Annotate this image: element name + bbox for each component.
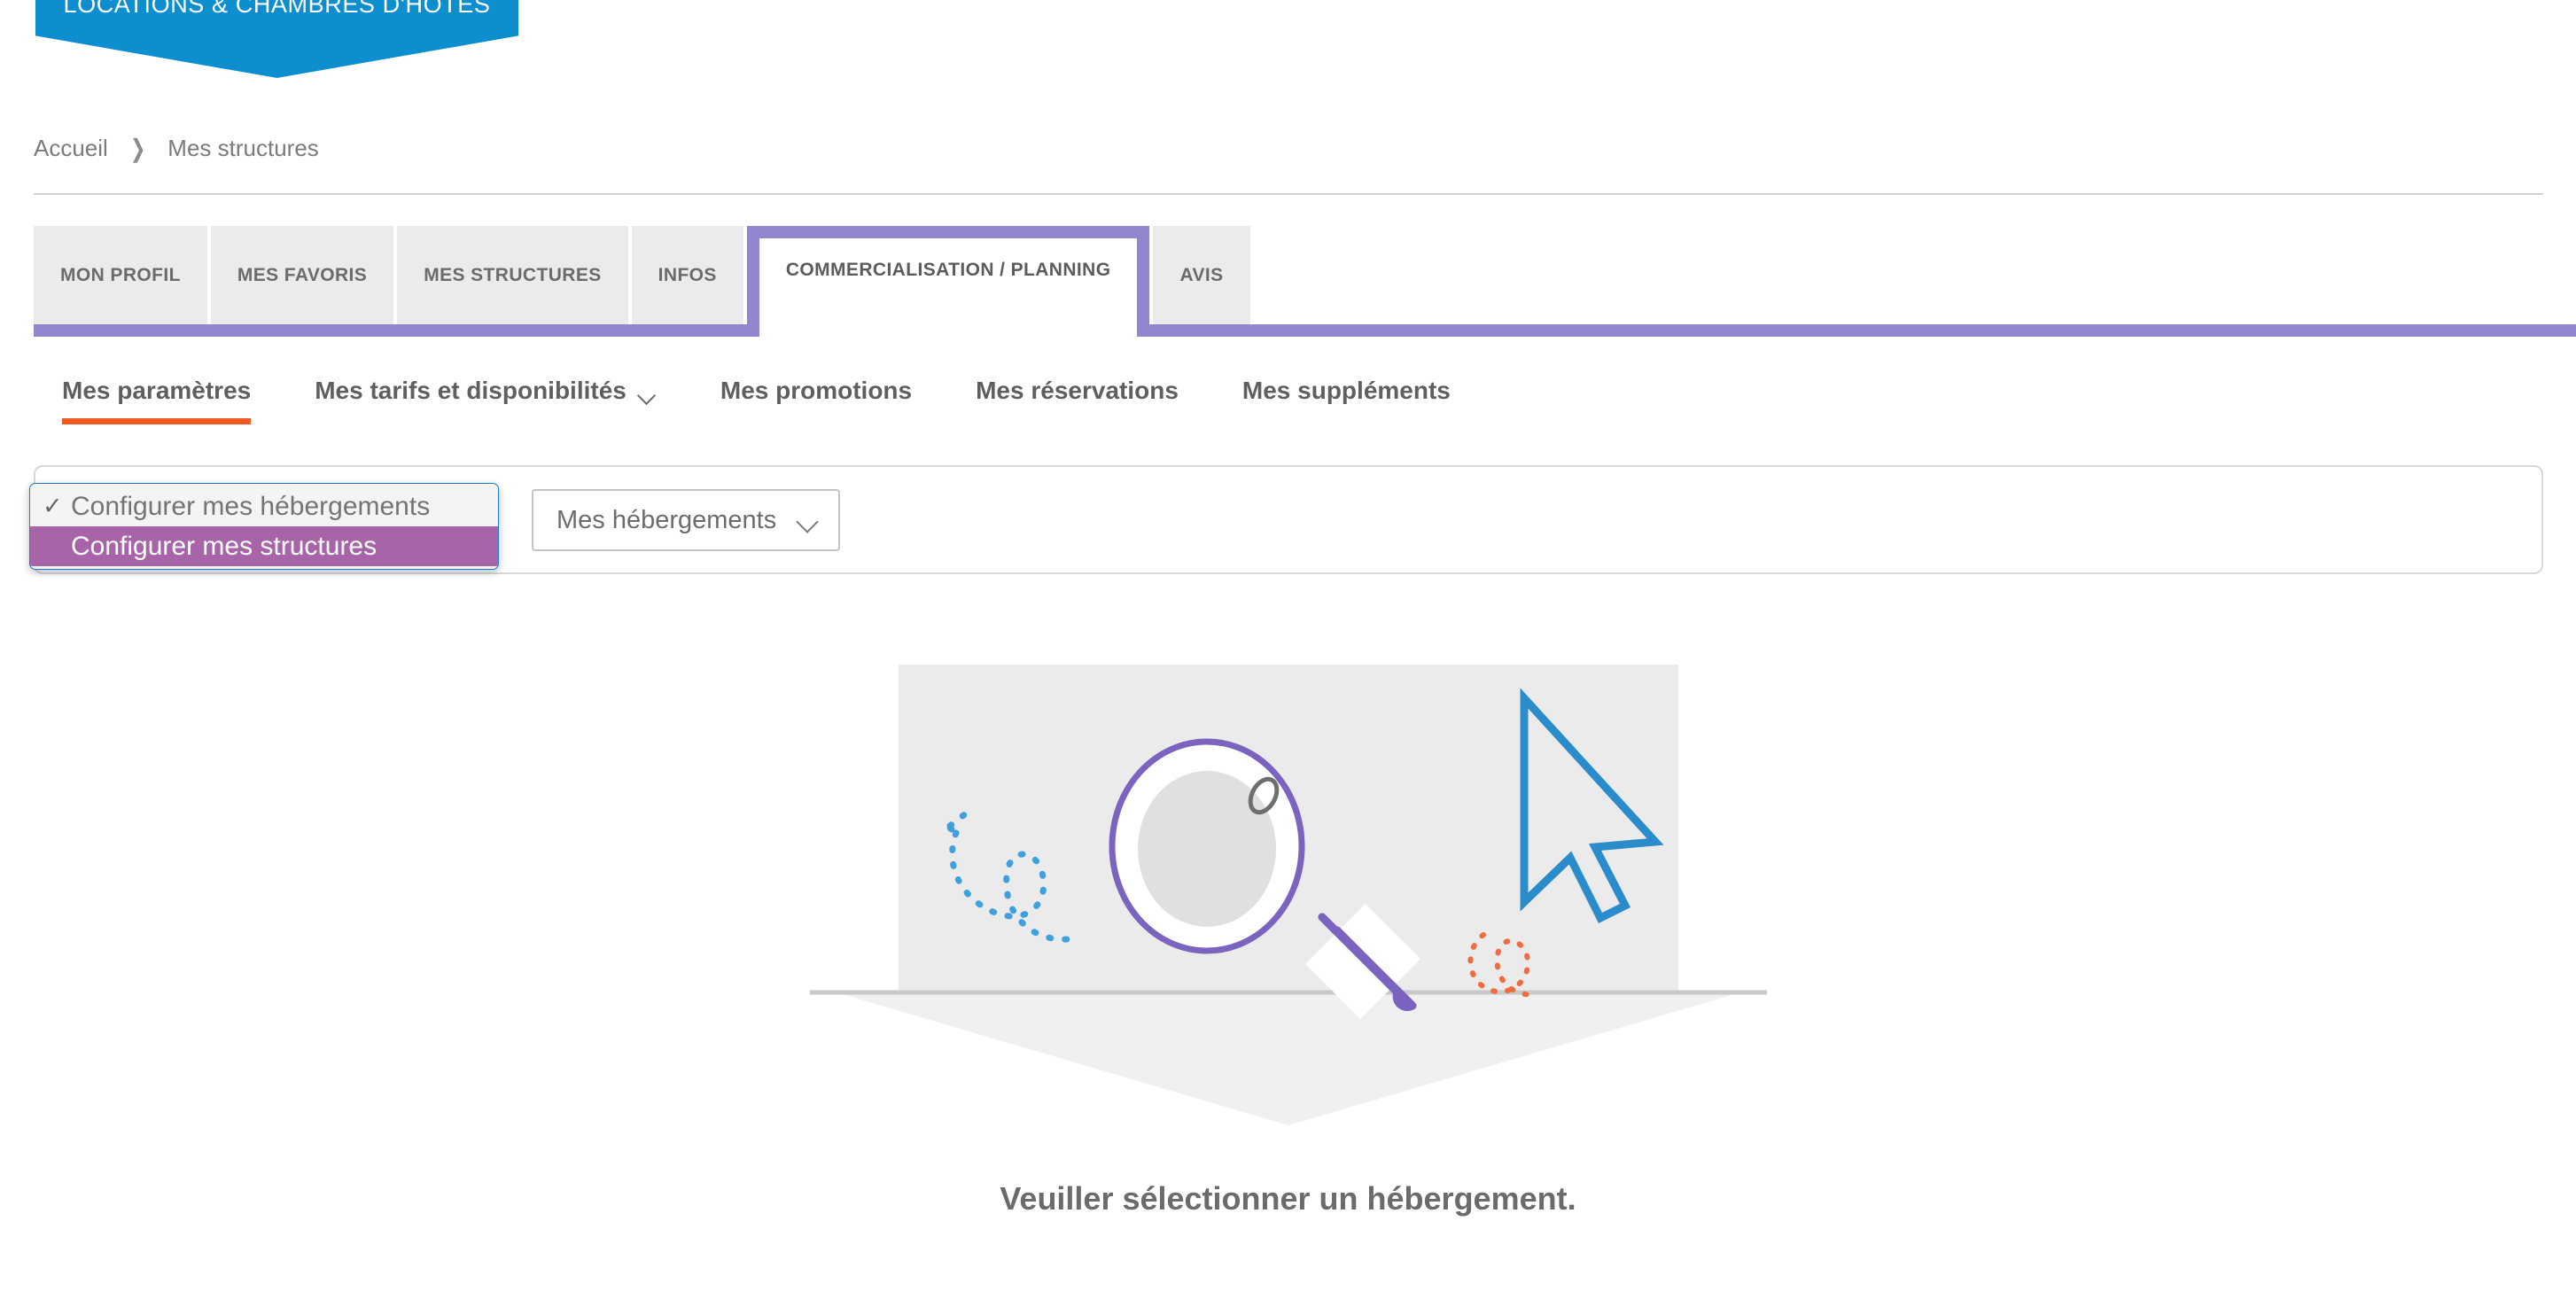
dropdown-option-configurer-mes-structures[interactable]: Configurer mes structures	[30, 526, 498, 566]
dropdown-option-configurer-mes-hebergements[interactable]: ✓ Configurer mes hébergements	[30, 486, 498, 526]
main-tabbar: MON PROFIL MES FAVORIS MES STRUCTURES IN…	[0, 226, 2576, 337]
check-icon-placeholder	[43, 533, 71, 560]
subnav-item-mes-supplements[interactable]: Mes suppléments	[1242, 377, 1451, 424]
subnav-active-indicator	[62, 418, 252, 424]
site-banner: LOCATIONS & CHAMBRES D'HÔTES	[35, 0, 518, 78]
tabbar-underline	[34, 324, 2576, 337]
page-root: LOCATIONS & CHAMBRES D'HÔTES Accueil ❯ M…	[0, 0, 2576, 1299]
magnifier-search-illustration	[809, 665, 1767, 1125]
subnav-item-mes-promotions[interactable]: Mes promotions	[720, 377, 912, 424]
tab-label: MES STRUCTURES	[424, 264, 602, 285]
breadcrumb-item-current: Mes structures	[167, 135, 319, 161]
tab-label: AVIS	[1179, 264, 1224, 285]
tab-avis[interactable]: AVIS	[1153, 226, 1250, 324]
chevron-down-icon	[639, 389, 657, 399]
dropdown-option-label: Configurer mes structures	[71, 531, 377, 561]
tab-label: MES FAVORIS	[237, 264, 368, 285]
tab-commercialisation-planning[interactable]: COMMERCIALISATION / PLANNING	[746, 226, 1150, 337]
chevron-right-icon: ❯	[129, 134, 146, 162]
subnav-label: Mes paramètres	[62, 377, 252, 404]
header-divider	[34, 193, 2543, 195]
breadcrumb-item-home[interactable]: Accueil	[34, 135, 108, 162]
lodging-select-value: Mes hébergements	[556, 505, 777, 534]
dropdown-option-label: Configurer mes hébergements	[71, 491, 431, 521]
chevron-down-icon	[798, 514, 821, 526]
tab-label: MON PROFIL	[60, 264, 181, 285]
empty-state-message: Veuiller sélectionner un hébergement.	[1000, 1180, 1576, 1217]
tab-mes-favoris[interactable]: MES FAVORIS	[210, 226, 394, 324]
tab-label: INFOS	[658, 264, 717, 285]
tab-mes-structures[interactable]: MES STRUCTURES	[397, 226, 628, 324]
subnav-label: Mes réservations	[976, 377, 1179, 404]
breadcrumb: Accueil ❯ Mes structures	[34, 135, 319, 162]
tab-mon-profil[interactable]: MON PROFIL	[34, 226, 207, 324]
subnav-item-mes-reservations[interactable]: Mes réservations	[976, 377, 1179, 424]
check-icon: ✓	[43, 493, 63, 519]
subnav-label: Mes suppléments	[1241, 377, 1451, 404]
configure-select-dropdown[interactable]: ✓ Configurer mes hébergements Configurer…	[29, 483, 499, 570]
tab-infos[interactable]: INFOS	[631, 226, 743, 324]
subnav-label: Mes promotions	[720, 377, 913, 404]
subnav-item-mes-parametres[interactable]: Mes paramètres	[62, 377, 252, 424]
empty-state: Veuiller sélectionner un hébergement.	[0, 665, 2576, 1217]
lodging-select[interactable]: Mes hébergements	[532, 489, 841, 551]
sub-navigation: Mes paramètres Mes tarifs et disponibili…	[62, 377, 1451, 424]
tab-label: COMMERCIALISATION / PLANNING	[785, 260, 1111, 280]
banner-title: LOCATIONS & CHAMBRES D'HÔTES	[63, 0, 491, 18]
subnav-label: Mes tarifs et disponibilités	[315, 377, 626, 404]
subnav-item-mes-tarifs-et-disponibilites[interactable]: Mes tarifs et disponibilités	[315, 377, 657, 424]
illustration-svg	[809, 665, 1767, 1125]
